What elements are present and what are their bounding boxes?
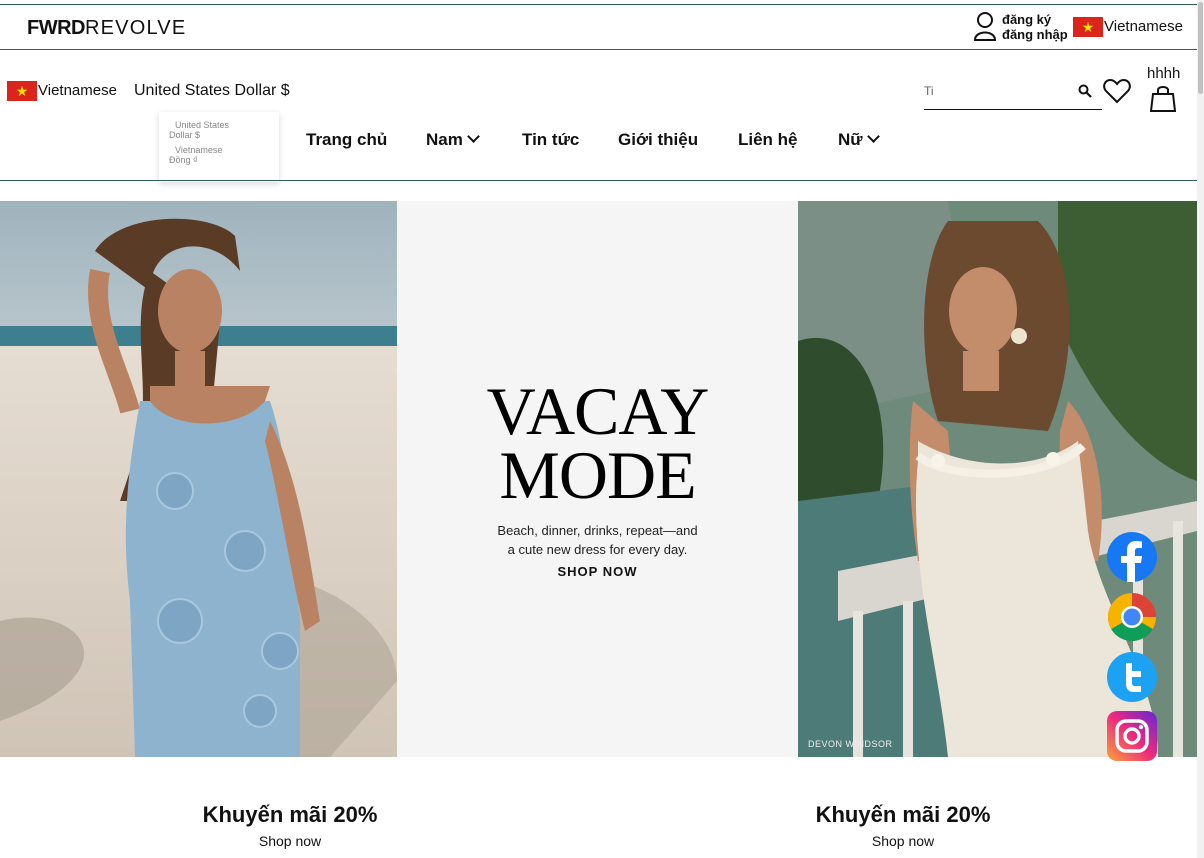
logo-revolve: REVOLVE bbox=[84, 17, 187, 39]
user-icon[interactable] bbox=[973, 11, 997, 41]
hero-promo-panel: VACAY MODE Beach, dinner, drinks, repeat… bbox=[397, 201, 798, 757]
language-label: Vietnamese bbox=[1104, 17, 1183, 35]
auth-links: đăng ký đăng nhập bbox=[1002, 12, 1068, 42]
hero-title: VACAY MODE bbox=[397, 373, 798, 513]
scrollbar-thumb[interactable] bbox=[1198, 2, 1203, 94]
language-selector-top[interactable]: Vietnamese bbox=[1073, 16, 1183, 38]
chevron-down-icon bbox=[866, 130, 880, 143]
currency-dropdown: United States Dollar $ Vietnamese Đồng ₫ bbox=[159, 112, 279, 182]
search-icon[interactable] bbox=[1078, 84, 1092, 98]
nav-label: Nữ bbox=[838, 130, 863, 149]
promo-title: Khuyến mãi 20% bbox=[202, 802, 378, 827]
instagram-icon[interactable] bbox=[1107, 711, 1157, 761]
twitter-glyph bbox=[1126, 663, 1141, 692]
logo[interactable]: FWRDREVOLVE bbox=[27, 17, 186, 40]
facebook-glyph bbox=[1121, 541, 1142, 582]
currency-selector[interactable]: United States Dollar $ bbox=[134, 82, 290, 100]
header-divider bbox=[0, 180, 1197, 181]
heart-icon[interactable] bbox=[1103, 78, 1131, 104]
instagram-glyph bbox=[1115, 719, 1149, 753]
hero-subtitle: Beach, dinner, drinks, repeat—and a cute… bbox=[397, 521, 798, 559]
logo-fwrd: FWRD bbox=[27, 17, 85, 39]
login-link[interactable]: đăng nhập bbox=[1002, 27, 1068, 42]
photo-credit: DEVON WINDSOR bbox=[808, 739, 893, 749]
nav-item-women[interactable]: Nữ bbox=[838, 130, 880, 150]
language-label: Vietnamese bbox=[38, 81, 117, 99]
promo-shop-link[interactable]: Shop now bbox=[773, 833, 1033, 849]
register-link[interactable]: đăng ký bbox=[1002, 12, 1068, 27]
search-input[interactable] bbox=[924, 78, 1074, 104]
search-box bbox=[924, 78, 1102, 110]
promo-title: Khuyến mãi 20% bbox=[815, 802, 991, 827]
hero-subtitle-line: a cute new dress for every day. bbox=[507, 542, 688, 557]
hero-title-line: MODE bbox=[499, 437, 696, 513]
shop-now-button[interactable]: SHOP NOW bbox=[397, 564, 798, 579]
chrome-icon[interactable] bbox=[1107, 592, 1157, 642]
language-selector[interactable]: Vietnamese bbox=[7, 80, 117, 102]
vietnam-flag-icon bbox=[7, 80, 37, 102]
nav-item-contact[interactable]: Liên hệ bbox=[738, 130, 798, 150]
top-bar: FWRDREVOLVE đăng ký đăng nhập Vietnamese bbox=[0, 4, 1197, 50]
nav-item-news[interactable]: Tin tức bbox=[522, 130, 579, 150]
promo-shop-link[interactable]: Shop now bbox=[160, 833, 420, 849]
chevron-down-icon bbox=[466, 130, 480, 143]
shopping-bag-icon[interactable] bbox=[1150, 84, 1176, 112]
nav-label: Nam bbox=[426, 130, 463, 149]
vietnam-flag-icon bbox=[1073, 16, 1103, 38]
chrome-glyph bbox=[1107, 593, 1156, 642]
cart-user-name: hhhh bbox=[1147, 65, 1181, 82]
nav-item-about[interactable]: Giới thiệu bbox=[618, 130, 698, 150]
nav-item-men[interactable]: Nam bbox=[426, 130, 480, 150]
hero-image-left[interactable] bbox=[0, 201, 397, 757]
hero-subtitle-line: Beach, dinner, drinks, repeat—and bbox=[497, 523, 698, 538]
facebook-icon[interactable] bbox=[1107, 532, 1157, 582]
beach-model-image bbox=[0, 201, 397, 757]
twitter-icon[interactable] bbox=[1107, 652, 1157, 702]
nav-item-home[interactable]: Trang chủ bbox=[306, 130, 387, 150]
page-scrollbar[interactable] bbox=[1197, 0, 1204, 858]
hero-title-line: VACAY bbox=[486, 373, 710, 449]
